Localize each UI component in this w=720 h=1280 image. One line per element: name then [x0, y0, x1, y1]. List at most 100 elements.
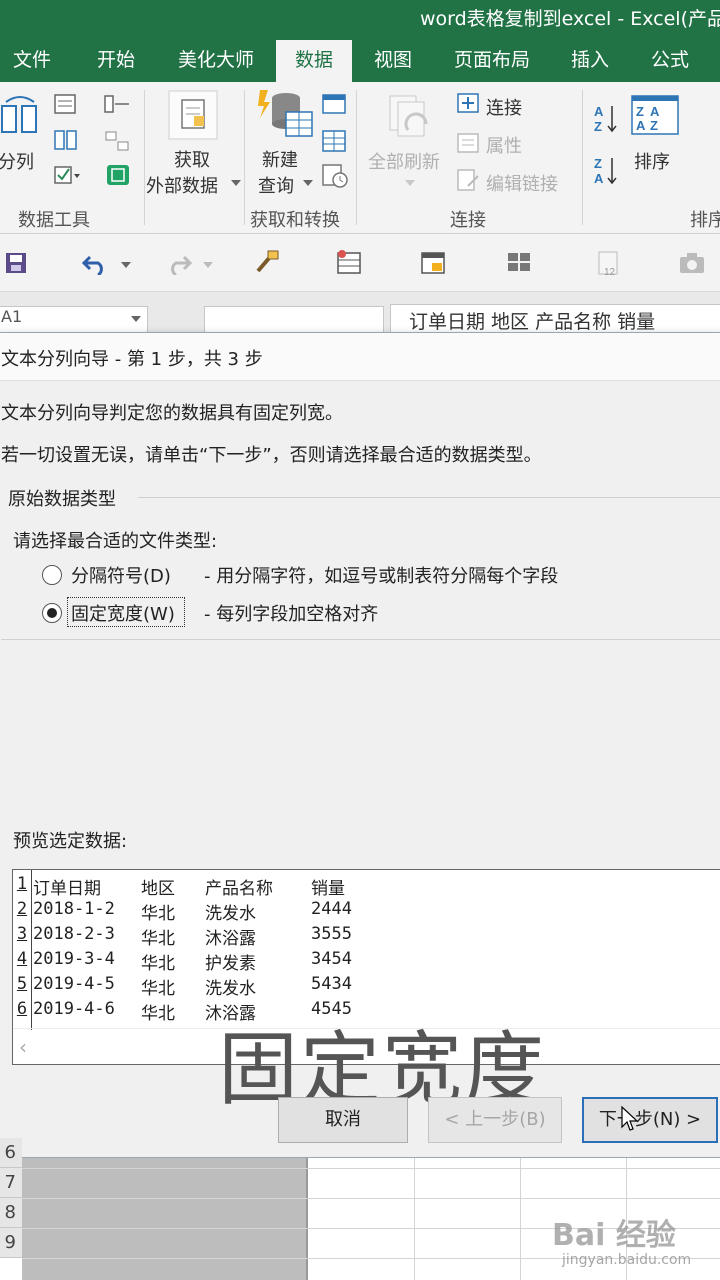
camera-icon[interactable] [678, 251, 706, 275]
preview-cell: 华北 [141, 904, 175, 924]
option-fixed-width-label[interactable]: 固定宽度(W) [71, 600, 175, 626]
sort-a-to-z-icon[interactable]: AZ [592, 102, 622, 134]
grid-line [520, 1158, 521, 1280]
get-external-data-label-2[interactable]: 外部数据 [146, 172, 218, 198]
ribbon-tabs: 文件 开始 美化大师 数据 视图 页面布局 插入 公式 [0, 40, 720, 82]
row-header[interactable]: 7 [0, 1168, 22, 1198]
redo-icon[interactable] [164, 251, 192, 275]
insert-table-icon[interactable] [336, 249, 364, 277]
radio-selected-dot [47, 608, 57, 618]
undo-icon[interactable] [82, 251, 110, 275]
scroll-left-icon[interactable]: ‹ [19, 1035, 27, 1059]
preview-cell: 华北 [141, 954, 175, 974]
svg-text:A: A [636, 118, 646, 133]
preview-cell: 5434 [311, 974, 352, 994]
get-external-data-icon[interactable] [168, 90, 218, 140]
connections-button[interactable]: 连接 [486, 94, 522, 120]
new-query-label-2[interactable]: 查询 [258, 172, 294, 198]
preview-cell: 订单日期 [33, 879, 101, 899]
tab-insert[interactable]: 插入 [556, 40, 624, 82]
text-to-columns-icon[interactable] [0, 94, 40, 136]
properties-button[interactable]: 属性 [486, 132, 522, 158]
back-button[interactable]: < 上一步(B) [428, 1097, 562, 1143]
chevron-down-icon[interactable] [130, 314, 142, 324]
refresh-all-icon[interactable] [386, 92, 434, 144]
tab-beautify[interactable]: 美化大师 [164, 40, 268, 82]
option-delimited-label[interactable]: 分隔符号(D) [71, 562, 171, 588]
flash-fill-icon[interactable] [54, 94, 78, 116]
chevron-down-icon[interactable] [120, 260, 132, 270]
row-header[interactable]: 6 [0, 1138, 22, 1168]
edit-links-icon[interactable] [456, 168, 482, 194]
dialog-title: 文本分列向导 - 第 1 步，共 3 步 [1, 349, 263, 370]
recent-sources-icon[interactable] [322, 164, 350, 190]
row-header[interactable]: 9 [0, 1228, 22, 1258]
tab-home[interactable]: 开始 [82, 40, 150, 82]
group-separator [144, 90, 145, 225]
group-title-original-data-type: 原始数据类型 [8, 489, 116, 510]
grid-line [22, 1198, 720, 1199]
show-queries-icon[interactable] [322, 94, 348, 116]
tab-data[interactable]: 数据 [276, 40, 352, 82]
group-separator [244, 90, 245, 225]
radio-delimited[interactable] [42, 565, 62, 585]
formula-buttons [204, 306, 384, 334]
data-validation-icon[interactable] [54, 164, 82, 186]
sort-z-to-a-icon[interactable]: ZA [592, 154, 622, 186]
row-header[interactable]: 8 [0, 1198, 22, 1228]
calendar-icon[interactable]: 12 [596, 248, 624, 280]
preview-cell: 华北 [141, 979, 175, 999]
formula-input[interactable]: 订单日期 地区 产品名称 销量 [390, 304, 720, 334]
preview-cell: 护发素 [205, 954, 256, 974]
name-box[interactable]: A1 [0, 306, 148, 334]
properties-icon[interactable] [456, 132, 482, 156]
new-query-icon[interactable] [256, 88, 316, 144]
from-table-icon[interactable] [322, 130, 348, 154]
group-separator [356, 90, 357, 225]
connections-icon[interactable] [456, 92, 482, 116]
consolidate-icon[interactable] [104, 94, 132, 116]
radio-fixed-width[interactable] [42, 603, 62, 623]
refresh-all-button[interactable]: 全部刷新 [368, 148, 440, 174]
preview-row-number: 5 [16, 974, 28, 994]
sort-button[interactable]: 排序 [634, 148, 670, 174]
save-icon[interactable] [4, 251, 28, 275]
baidu-watermark-url: jingyan.baidu.com [562, 1252, 692, 1268]
preview-cell: 产品名称 [205, 879, 273, 899]
formula-bar: A1 订单日期 地区 产品名称 销量 [0, 292, 720, 334]
preview-cell: 3454 [311, 949, 352, 969]
tab-file[interactable]: 文件 [0, 40, 68, 82]
preview-cell: 2019-3-4 [33, 949, 115, 969]
tab-page-layout[interactable]: 页面布局 [440, 40, 544, 82]
selected-column[interactable] [22, 1158, 308, 1280]
preview-cell: 2019-4-6 [33, 999, 115, 1019]
tab-view[interactable]: 视图 [360, 40, 426, 82]
tab-formulas[interactable]: 公式 [636, 40, 704, 82]
manage-data-model-icon[interactable] [104, 162, 132, 188]
baidu-watermark: Bai 经验 [552, 1218, 676, 1253]
new-query-label-1[interactable]: 新建 [262, 146, 298, 172]
remove-duplicates-icon[interactable] [54, 130, 78, 152]
preview-cell: 沐浴露 [205, 929, 256, 949]
groupbox-bottom-line [1, 639, 720, 640]
preview-label: 预览选定数据: [13, 831, 128, 852]
group-connections: 连接 [450, 210, 486, 231]
choose-file-type-label: 请选择最合适的文件类型: [13, 531, 218, 552]
pivot-icon[interactable] [420, 249, 448, 277]
text-to-columns-wizard-dialog: 文本分列向导 - 第 1 步，共 3 步 文本分列向导判定您的数据具有固定列宽。… [0, 332, 720, 1158]
chevron-down-icon[interactable] [202, 260, 214, 270]
group-sort-filter: 排序 [690, 210, 720, 231]
relationships-icon[interactable] [104, 130, 132, 152]
split-columns-button[interactable]: 分列 [0, 148, 34, 174]
preview-cell: 华北 [141, 1004, 175, 1024]
format-painter-icon[interactable] [254, 249, 280, 277]
svg-text:Z: Z [594, 156, 602, 171]
preview-row-number: 3 [16, 924, 28, 944]
cancel-button[interactable]: 取消 [278, 1097, 408, 1143]
get-external-data-label-1[interactable]: 获取 [174, 146, 210, 172]
grid-view-icon[interactable] [506, 251, 534, 275]
next-button[interactable]: 下一步(N) > [582, 1097, 718, 1143]
edit-links-button[interactable]: 编辑链接 [486, 170, 558, 196]
chevron-down-icon [231, 180, 241, 186]
sort-icon[interactable]: Z AA Z [630, 94, 680, 138]
